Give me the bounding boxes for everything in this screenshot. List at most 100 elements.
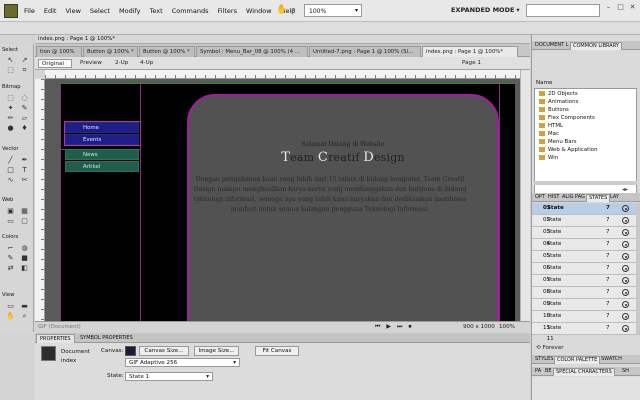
nav-item-news[interactable]: News: [65, 149, 139, 160]
menu-edit[interactable]: Edit: [44, 7, 57, 15]
text-icon[interactable]: T: [19, 166, 30, 174]
zoom-select[interactable]: 100% ▾: [304, 4, 362, 17]
menu-filters[interactable]: Filters: [217, 7, 236, 15]
library-item[interactable]: Mac: [539, 130, 559, 138]
doc-tab[interactable]: Button @ 100% *: [83, 46, 138, 57]
line-icon[interactable]: ╱: [5, 156, 16, 164]
tab-pages[interactable]: PAG: [573, 194, 587, 201]
hand-icon[interactable]: ✋: [276, 5, 287, 16]
nav-item-home[interactable]: Home: [65, 122, 139, 133]
tab-swatches[interactable]: SWATCH: [599, 356, 624, 363]
visibility-icon[interactable]: [622, 313, 629, 320]
doc-tab[interactable]: tion @ 100%: [36, 46, 82, 57]
fill-color-icon[interactable]: ■: [19, 254, 30, 262]
visibility-icon[interactable]: [622, 325, 629, 332]
rectangle-icon[interactable]: □: [5, 166, 16, 174]
show-slices-icon[interactable]: ▢: [19, 217, 30, 225]
loop-setting[interactable]: ⟲ Forever: [536, 345, 564, 351]
page-select[interactable]: Page 1: [462, 58, 512, 68]
tab-4-up[interactable]: 4-Up: [137, 59, 156, 68]
doc-tab-active[interactable]: index.png : Page 1 @ 100%*: [422, 46, 518, 57]
default-colors-icon[interactable]: ◧: [19, 264, 30, 272]
document-name-field[interactable]: index: [61, 358, 76, 364]
library-item[interactable]: Animations: [539, 98, 578, 106]
state-row[interactable]: 03 State 3 7: [532, 227, 636, 246]
states-scrollbar[interactable]: [636, 203, 640, 335]
freeform-icon[interactable]: ∿: [5, 176, 16, 184]
visibility-icon[interactable]: [622, 265, 629, 272]
state-row[interactable]: 08 State 8 7: [532, 287, 636, 306]
status-zoom[interactable]: 100%: [499, 324, 515, 330]
eyedropper-icon[interactable]: ⌐: [5, 244, 16, 252]
library-item[interactable]: Menu Bars: [539, 138, 577, 146]
library-item[interactable]: Flex Components: [539, 114, 595, 122]
tab-2-up[interactable]: 2-Up: [112, 59, 131, 68]
nav-item-events[interactable]: Events: [65, 134, 139, 145]
magic-wand-icon[interactable]: ✦: [5, 104, 16, 112]
tab-states[interactable]: STATES: [586, 194, 611, 202]
library-item[interactable]: 2D Objects: [539, 90, 578, 98]
brush-icon[interactable]: ✎: [19, 104, 30, 112]
doc-tab[interactable]: Symbol : Menu_Bar_08 @ 100% (4 ...: [196, 46, 308, 57]
pen-icon[interactable]: ✒: [19, 156, 30, 164]
state-row[interactable]: 05 State 5 7: [532, 251, 636, 270]
state-row[interactable]: 09 State 9 7: [532, 299, 636, 318]
slice-icon[interactable]: ▦: [19, 207, 30, 215]
menu-window[interactable]: Window: [246, 7, 272, 15]
tab-optimize[interactable]: OPT: [533, 194, 547, 201]
tab-color-palette[interactable]: COLOR PALETTE: [554, 356, 601, 364]
tab-original[interactable]: Original: [38, 59, 72, 68]
tab-shapes[interactable]: SH: [620, 368, 631, 375]
subselect-icon[interactable]: ↗: [19, 56, 30, 64]
marquee-icon[interactable]: ⬚: [5, 94, 16, 102]
visibility-icon[interactable]: [622, 229, 629, 236]
close-icon[interactable]: ✕: [628, 3, 637, 12]
visibility-icon[interactable]: [622, 205, 629, 212]
visibility-icon[interactable]: [622, 289, 629, 296]
pencil-icon[interactable]: ✏: [5, 114, 16, 122]
stroke-color-icon[interactable]: ✎: [5, 254, 16, 262]
doc-tab[interactable]: Untitled-7.png : Page 1 @ 100% (Sl...: [309, 46, 421, 57]
minimize-icon[interactable]: –: [604, 3, 613, 12]
full-screen-icon[interactable]: ▬: [19, 302, 30, 310]
search-input[interactable]: [526, 4, 600, 17]
scale-icon[interactable]: ⬚: [5, 66, 16, 74]
library-item[interactable]: Buttons: [539, 106, 569, 114]
image-size-button[interactable]: Image Size...: [194, 346, 239, 356]
fit-canvas-button[interactable]: Fit Canvas: [255, 346, 299, 356]
tab-special-characters[interactable]: SPECIAL CHARACTERS: [553, 368, 615, 376]
state-row[interactable]: 01 State 1 7: [532, 203, 636, 222]
hide-slices-icon[interactable]: ▭: [5, 217, 16, 225]
visibility-icon[interactable]: [622, 277, 629, 284]
menu-modify[interactable]: Modify: [119, 7, 141, 15]
library-options-icon[interactable]: ◂▸: [622, 186, 628, 193]
hand-tool-icon[interactable]: ✋: [5, 312, 16, 320]
tab-preview[interactable]: Preview: [77, 59, 105, 68]
pointer-icon[interactable]: ↖: [5, 56, 16, 64]
screen-mode-icon[interactable]: ▭: [5, 302, 16, 310]
menu-select[interactable]: Select: [90, 7, 110, 15]
hotspot-icon[interactable]: ▣: [5, 207, 16, 215]
stamp-icon[interactable]: ♦: [19, 124, 30, 132]
state-row[interactable]: 02 State 2 7: [532, 215, 636, 234]
menu-commands[interactable]: Commands: [172, 7, 209, 15]
tab-document-library[interactable]: DOCUMENT L: [533, 42, 571, 49]
visibility-icon[interactable]: [622, 301, 629, 308]
library-scrollbar[interactable]: [534, 181, 637, 185]
tab-behaviors[interactable]: BE: [543, 368, 554, 375]
zoom-icon[interactable]: ⌕: [291, 5, 296, 15]
menu-text[interactable]: Text: [150, 7, 163, 15]
first-frame-icon[interactable]: ⏮: [375, 323, 380, 331]
visibility-icon[interactable]: [622, 241, 629, 248]
tab-symbol-properties[interactable]: SYMBOL PROPERTIES: [77, 334, 136, 342]
paint-bucket-icon[interactable]: ◍: [19, 244, 30, 252]
next-frame-icon[interactable]: ⏭: [397, 323, 402, 331]
play-icon[interactable]: ▶: [386, 323, 391, 331]
state-row[interactable]: 06 State 6 7: [532, 263, 636, 282]
library-item[interactable]: Win: [539, 154, 558, 162]
state-row[interactable]: 07 State 7 7: [532, 275, 636, 294]
eraser-icon[interactable]: ▱: [19, 114, 30, 122]
last-frame-icon[interactable]: ⏹: [408, 323, 411, 331]
knife-icon[interactable]: ✂: [19, 176, 30, 184]
menu-view[interactable]: View: [65, 7, 80, 15]
